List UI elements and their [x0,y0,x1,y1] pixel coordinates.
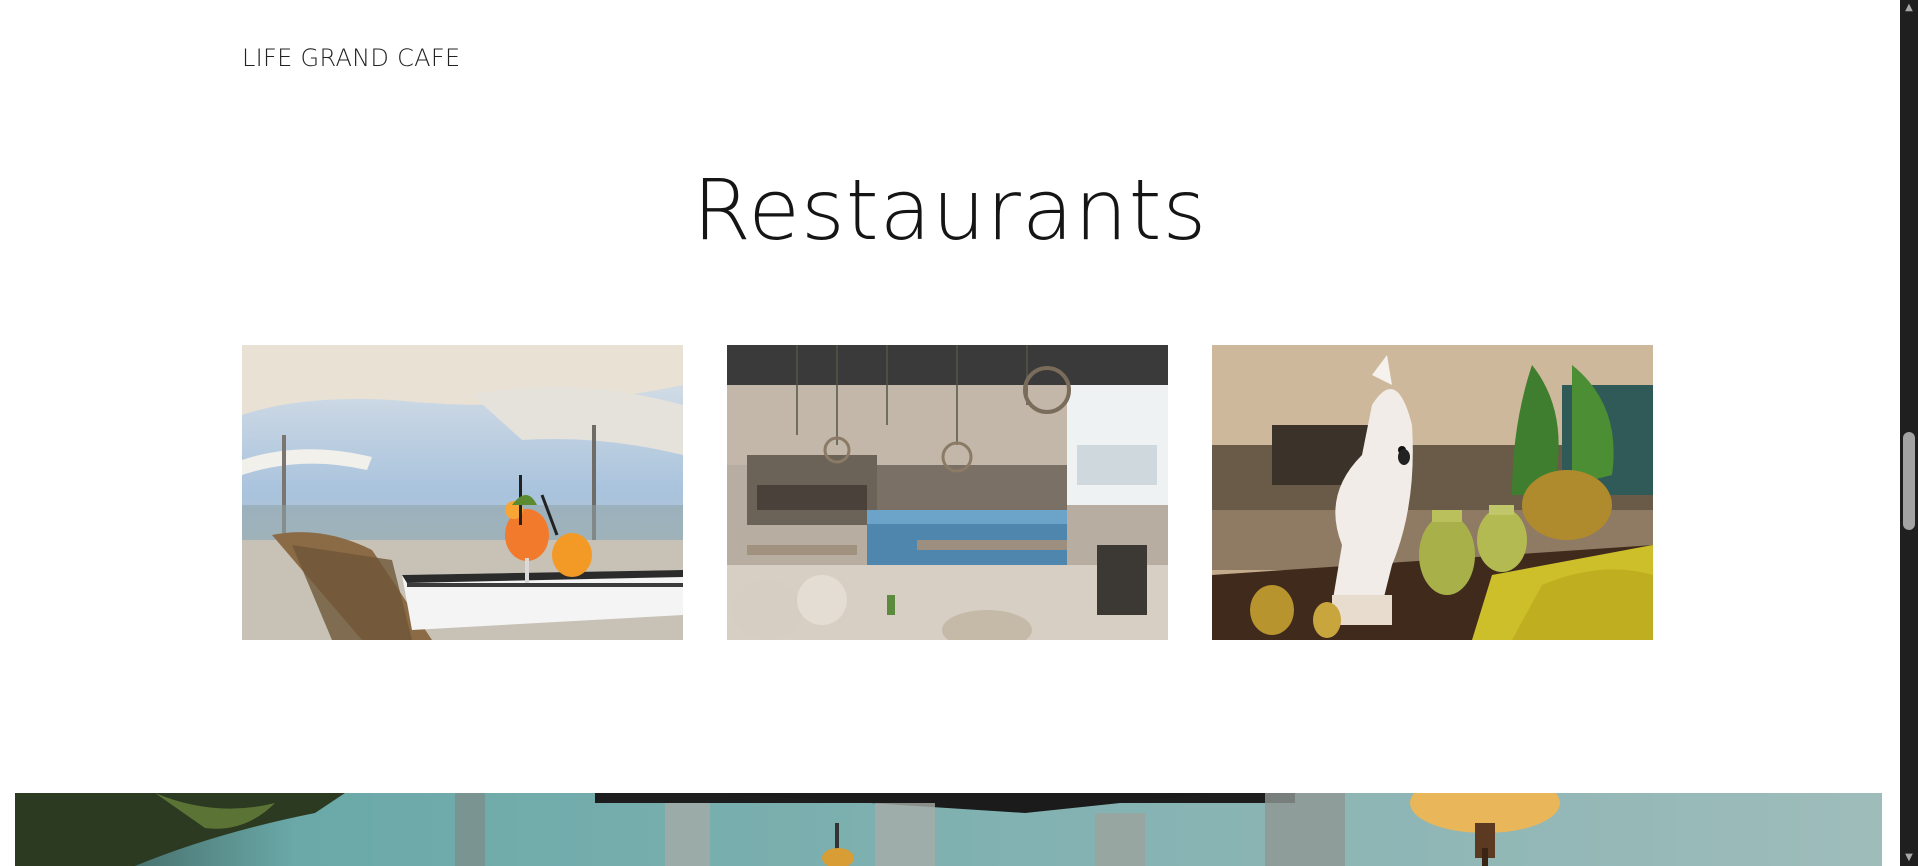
browser-viewport: LIFE GRAND CAFE Restaurants ▲ ▼ [0,0,1918,866]
scroll-down-arrow-icon[interactable]: ▼ [1900,850,1918,866]
terrace-photo-image [242,345,683,640]
restaurant-gallery [242,345,1655,640]
page: LIFE GRAND CAFE Restaurants [0,0,1900,866]
dining-room-photo-image [727,345,1168,640]
vertical-scrollbar[interactable]: ▲ ▼ [1900,0,1918,866]
section-title: Restaurants [692,161,1208,259]
scroll-up-arrow-icon[interactable]: ▲ [1900,0,1918,16]
lounge-photo-image [1212,345,1653,640]
gallery-photo-terrace[interactable] [242,345,683,640]
gallery-photo-lounge[interactable] [1212,345,1653,640]
banner-image [15,793,1882,866]
brand-logo[interactable]: LIFE GRAND CAFE [242,44,460,72]
gallery-photo-dining-room[interactable] [727,345,1168,640]
banner-photo [15,793,1882,866]
scrollbar-thumb[interactable] [1903,432,1915,530]
